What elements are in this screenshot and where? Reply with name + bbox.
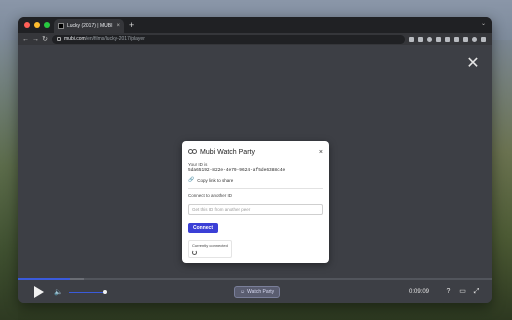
connection-status-box: Currently connected <box>188 240 232 258</box>
playback-time: 0:09:09 <box>409 289 430 295</box>
watch-party-button[interactable]: ☺ Watch Party <box>234 286 281 298</box>
dialog-divider <box>188 188 323 189</box>
window-controls <box>18 22 54 28</box>
watch-party-dialog: Mubi Watch Party × Your ID is 5da65192-8… <box>182 141 329 263</box>
player-controls: 🔈 ☺ Watch Party 0:09:09 ? ▭ ⤢ <box>18 281 492 303</box>
minimize-window-button[interactable] <box>34 22 40 28</box>
url-host: mubi.com <box>64 36 86 42</box>
volume-icon[interactable]: 🔈 <box>54 288 63 296</box>
profile-icon[interactable] <box>472 36 477 42</box>
play-icon[interactable] <box>34 286 44 298</box>
extension-toolbar <box>409 36 488 42</box>
tab-bar: Lucky (2017) | MUBI × + ⌄ <box>18 17 492 33</box>
tab-close-icon[interactable]: × <box>116 23 120 29</box>
progress-fill <box>18 278 70 280</box>
fullscreen-icon[interactable]: ⤢ <box>473 288 480 295</box>
browser-tab[interactable]: Lucky (2017) | MUBI × <box>54 19 124 33</box>
volume-knob[interactable] <box>102 289 107 294</box>
desktop-background-right <box>492 40 512 320</box>
address-bar: ← → ↻ mubi.com/en/films/lucky-2017/playe… <box>18 33 492 45</box>
peer-id-input[interactable] <box>188 204 323 215</box>
tab-title: Lucky (2017) | MUBI <box>67 23 113 29</box>
watch-party-logo-icon <box>188 149 197 156</box>
help-icon[interactable]: ? <box>445 288 452 295</box>
dialog-header: Mubi Watch Party × <box>188 149 323 156</box>
copy-link-label: Copy link to share <box>197 177 234 183</box>
close-window-button[interactable] <box>24 22 30 28</box>
progress-buffer <box>70 278 84 280</box>
player-right-controls: ? ▭ ⤢ <box>445 288 480 295</box>
url-text: mubi.com/en/films/lucky-2017/player <box>64 36 145 42</box>
copy-link-button[interactable]: 🔗 Copy link to share <box>188 177 323 183</box>
forward-arrow-icon[interactable]: → <box>32 36 39 43</box>
browser-window: Lucky (2017) | MUBI × + ⌄ ← → ↻ mubi.com… <box>18 17 492 303</box>
connect-label: Connect to another ID <box>188 193 233 198</box>
share-icon[interactable] <box>418 36 423 42</box>
close-player-icon[interactable]: ✕ <box>466 56 480 72</box>
lock-icon <box>57 37 61 41</box>
bookmark-star-icon[interactable] <box>427 36 432 42</box>
maximize-window-button[interactable] <box>44 22 50 28</box>
watch-party-label: Watch Party <box>247 289 275 295</box>
extension-icon[interactable] <box>436 36 441 42</box>
video-player[interactable]: ✕ He's gonna be ten on Saturday. 🔈 ☺ Wat… <box>18 45 492 303</box>
volume-slider[interactable] <box>68 289 107 294</box>
new-tab-button[interactable]: + <box>129 20 134 30</box>
progress-bar[interactable] <box>18 278 492 280</box>
mubi-favicon-icon <box>58 23 64 29</box>
link-icon: 🔗 <box>188 177 195 183</box>
sidebar-icon[interactable] <box>463 36 468 42</box>
reading-list-icon[interactable] <box>454 36 459 42</box>
dialog-close-icon[interactable]: × <box>319 149 323 156</box>
url-path: /en/films/lucky-2017/player <box>85 36 145 42</box>
back-arrow-icon[interactable]: ← <box>22 36 29 43</box>
connect-button[interactable]: Connect <box>188 223 218 233</box>
menu-dots-icon[interactable] <box>481 36 486 42</box>
watch-party-icon: ☺ <box>240 289 246 295</box>
reload-icon[interactable]: ↻ <box>42 36 48 43</box>
download-icon[interactable] <box>409 36 414 42</box>
your-id-value: 5da65192-822e-4e79-9624-af5de6388c4e <box>188 168 286 173</box>
connected-label: Currently connected <box>192 243 228 248</box>
loading-spinner-icon <box>192 250 197 255</box>
subtitles-icon[interactable]: ▭ <box>459 288 466 295</box>
url-field[interactable]: mubi.com/en/films/lucky-2017/player <box>52 34 405 44</box>
your-id-label: Your ID is <box>188 162 208 167</box>
dialog-title: Mubi Watch Party <box>200 149 255 156</box>
puzzle-icon[interactable] <box>445 36 450 42</box>
desktop-background-left <box>0 40 18 320</box>
tab-search-chevron-icon[interactable]: ⌄ <box>481 20 486 27</box>
